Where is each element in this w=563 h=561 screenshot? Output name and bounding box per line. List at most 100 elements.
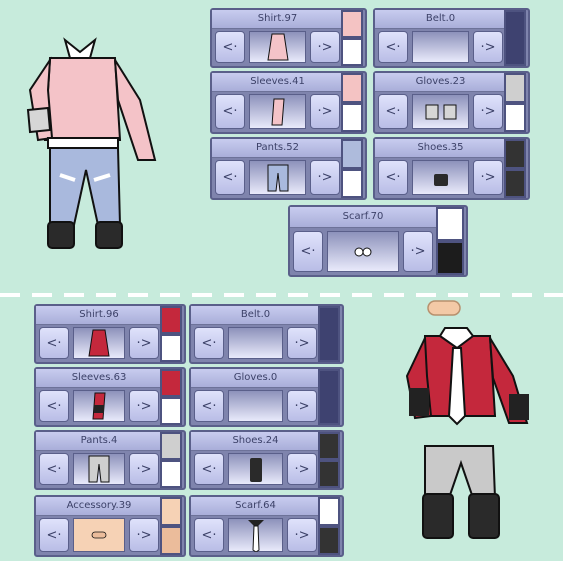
- next-scarf-button[interactable]: ·>: [403, 231, 433, 272]
- sleeves-preview: [249, 94, 306, 129]
- shirt-preview-bottom: [73, 327, 125, 359]
- gloves-label: Gloves.23: [375, 73, 506, 92]
- sleeve-item-icon: [270, 98, 285, 125]
- scarf-panel-top: Scarf.70 <· ·>: [288, 205, 468, 277]
- shirt-color-1-swatch-bottom[interactable]: [160, 306, 182, 334]
- prev-belt-button[interactable]: <·: [378, 31, 408, 63]
- gloves-color-2-swatch[interactable]: [504, 103, 526, 132]
- prev-scarf-button-bottom[interactable]: <·: [194, 518, 224, 552]
- shoes-preview: [412, 160, 469, 195]
- pants-label: Pants.52: [212, 139, 343, 158]
- belt-panel-bottom: Belt.0 <· ·>: [189, 304, 344, 364]
- sleeves-color-2-swatch-bottom[interactable]: [160, 397, 182, 425]
- prev-sleeves-button[interactable]: <·: [215, 94, 245, 129]
- shoes-item-icon: [249, 458, 262, 482]
- gloves-preview: [412, 94, 469, 129]
- shirt-preview: [249, 31, 306, 63]
- next-shoes-button[interactable]: ·>: [473, 160, 503, 195]
- shoes-panel-top: Shoes.35 <· ·>: [373, 137, 530, 200]
- sleeves-color-1-swatch[interactable]: [341, 73, 363, 103]
- pants-label-bottom: Pants.4: [36, 432, 162, 451]
- scarf-color-2-swatch[interactable]: [436, 241, 464, 275]
- belt-preview-bottom: [228, 327, 283, 359]
- next-shirt-button[interactable]: ·>: [310, 31, 340, 63]
- next-shoes-button-bottom[interactable]: ·>: [287, 453, 317, 485]
- prev-sleeves-button-bottom[interactable]: <·: [39, 390, 69, 422]
- belt-color-swatch[interactable]: [504, 10, 526, 66]
- shoes-color-2-swatch-bottom[interactable]: [318, 460, 340, 488]
- shirt-color-1-swatch[interactable]: [341, 10, 363, 38]
- shirt-item-icon: [88, 329, 110, 357]
- next-scarf-button-bottom[interactable]: ·>: [287, 518, 317, 552]
- shoes-preview-bottom: [228, 453, 283, 485]
- prev-shoes-button[interactable]: <·: [378, 160, 408, 195]
- accessory-label-bottom: Accessory.39: [36, 497, 162, 516]
- accessory-preview: [73, 518, 125, 552]
- shoes-color-1-swatch-bottom[interactable]: [318, 432, 340, 460]
- accessory-color-1-swatch[interactable]: [160, 497, 182, 526]
- sleeves-color-2-swatch[interactable]: [341, 103, 363, 132]
- belt-color-swatch-bottom[interactable]: [318, 306, 340, 362]
- sleeves-panel-top: Sleeves.41 <· ·>: [210, 71, 367, 134]
- shoes-color-1-swatch[interactable]: [504, 139, 526, 169]
- shirt-panel-bottom: Shirt.96 <· ·>: [34, 304, 186, 364]
- character-pink-sweater: [26, 37, 157, 249]
- prev-gloves-button[interactable]: <·: [378, 94, 408, 129]
- next-pants-button-bottom[interactable]: ·>: [129, 453, 159, 485]
- sleeves-preview-bottom: [73, 390, 125, 422]
- scarf-label-bottom: Scarf.64: [191, 497, 320, 516]
- pants-panel-bottom: Pants.4 <· ·>: [34, 430, 186, 490]
- next-gloves-button[interactable]: ·>: [473, 94, 503, 129]
- scarf-preview: [327, 231, 399, 272]
- prev-shirt-button[interactable]: <·: [215, 31, 245, 63]
- pants-preview: [249, 160, 306, 195]
- gloves-color-swatch-bottom[interactable]: [318, 369, 340, 425]
- scarf-color-1-swatch[interactable]: [436, 207, 464, 241]
- shirt-color-2-swatch-bottom[interactable]: [160, 334, 182, 362]
- character-red-shirt: [405, 300, 529, 539]
- scarf-preview-bottom: [228, 518, 283, 552]
- shirt-color-2-swatch[interactable]: [341, 38, 363, 66]
- sleeves-label: Sleeves.41: [212, 73, 343, 92]
- accessory-panel-bottom: Accessory.39 <· ·>: [34, 495, 186, 557]
- bandage-icon: [91, 531, 107, 539]
- scarf-panel-bottom: Scarf.64 <· ·>: [189, 495, 344, 557]
- next-sleeves-button[interactable]: ·>: [310, 94, 340, 129]
- pants-color-2-swatch[interactable]: [341, 169, 363, 198]
- sleeve-item-icon: [92, 392, 106, 420]
- pants-color-1-swatch-bottom[interactable]: [160, 432, 182, 460]
- accessory-color-2-swatch[interactable]: [160, 526, 182, 555]
- prev-gloves-button-bottom[interactable]: <·: [194, 390, 224, 422]
- scarf-color-2-swatch-bottom[interactable]: [318, 526, 340, 555]
- gloves-label-bottom: Gloves.0: [191, 369, 320, 388]
- sleeves-label-bottom: Sleeves.63: [36, 369, 162, 388]
- scarf-color-1-swatch-bottom[interactable]: [318, 497, 340, 526]
- pants-color-2-swatch-bottom[interactable]: [160, 460, 182, 488]
- prev-shoes-button-bottom[interactable]: <·: [194, 453, 224, 485]
- shirt-item-icon: [266, 33, 289, 61]
- prev-shirt-button-bottom[interactable]: <·: [39, 327, 69, 359]
- prev-pants-button-bottom[interactable]: <·: [39, 453, 69, 485]
- prev-scarf-button[interactable]: <·: [293, 231, 323, 272]
- sleeves-color-1-swatch-bottom[interactable]: [160, 369, 182, 397]
- next-shirt-button-bottom[interactable]: ·>: [129, 327, 159, 359]
- next-accessory-button[interactable]: ·>: [129, 518, 159, 552]
- next-sleeves-button-bottom[interactable]: ·>: [129, 390, 159, 422]
- prev-belt-button-bottom[interactable]: <·: [194, 327, 224, 359]
- shoes-color-2-swatch[interactable]: [504, 169, 526, 198]
- next-belt-button[interactable]: ·>: [473, 31, 503, 63]
- prev-pants-button[interactable]: <·: [215, 160, 245, 195]
- belt-label: Belt.0: [375, 10, 506, 29]
- gloves-color-1-swatch[interactable]: [504, 73, 526, 103]
- pants-item-icon: [267, 164, 288, 191]
- next-belt-button-bottom[interactable]: ·>: [287, 327, 317, 359]
- prev-accessory-button[interactable]: <·: [39, 518, 69, 552]
- belt-preview: [412, 31, 469, 63]
- next-pants-button[interactable]: ·>: [310, 160, 340, 195]
- pants-panel-top: Pants.52 <· ·>: [210, 137, 367, 200]
- belt-panel-top: Belt.0 <· ·>: [373, 8, 530, 68]
- shirt-panel-top: Shirt.97 <· ·>: [210, 8, 367, 68]
- pants-color-1-swatch[interactable]: [341, 139, 363, 169]
- next-gloves-button-bottom[interactable]: ·>: [287, 390, 317, 422]
- scarf-item-icon: [354, 247, 372, 256]
